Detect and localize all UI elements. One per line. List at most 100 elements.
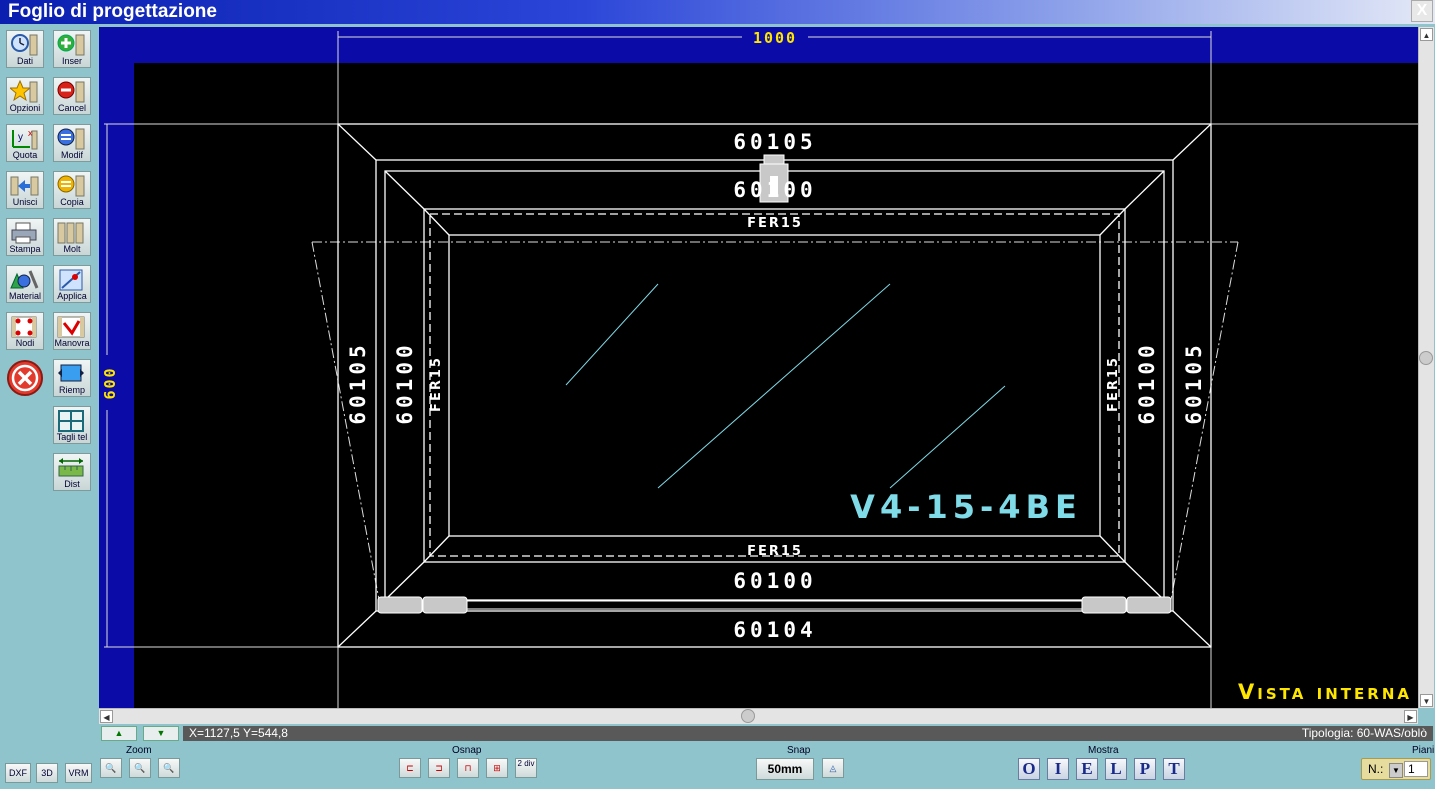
osnap-end-icon[interactable]: ⊏ xyxy=(399,758,421,778)
cancel-button[interactable]: Cancel xyxy=(53,77,91,115)
stampa-label: Stampa xyxy=(9,244,41,254)
mostra-o-button[interactable]: O xyxy=(1018,758,1040,780)
mostra-label: Mostra xyxy=(1088,745,1119,756)
mostra-i-button[interactable]: I xyxy=(1047,758,1069,780)
stampa-button[interactable]: Stampa xyxy=(6,218,44,256)
piani-value[interactable]: 1 xyxy=(1404,761,1428,777)
inser-button[interactable]: Inser xyxy=(53,30,91,68)
nav-up-arrow-icon[interactable]: ▲ xyxy=(101,726,137,741)
exit-button[interactable] xyxy=(6,359,44,397)
label-inner-bottom: 60100 xyxy=(733,569,816,593)
piani-prefix: N.: xyxy=(1368,762,1384,776)
dist-label: Dist xyxy=(64,479,80,489)
window-title: Foglio di progettazione xyxy=(8,1,217,22)
width-dimension: 1000 xyxy=(753,29,797,47)
scroll-right-icon[interactable]: ▶ xyxy=(1404,710,1417,723)
osnap-center-icon[interactable]: ⊓ xyxy=(457,758,479,778)
clock-icon xyxy=(11,34,38,56)
star-icon xyxy=(10,80,38,103)
3d-button[interactable]: 3D xyxy=(36,763,58,783)
label-right-inner: 60100 xyxy=(1135,341,1159,424)
vrm-button[interactable]: VRM xyxy=(65,763,92,783)
fer-right: FER15 xyxy=(1106,356,1121,412)
cancel-label: Cancel xyxy=(57,103,86,113)
material-button[interactable]: Material xyxy=(6,265,44,303)
printer-icon xyxy=(11,222,37,244)
title-bar: Foglio di progettazione X xyxy=(0,0,1435,24)
snap-value-button[interactable]: 50mm xyxy=(756,758,814,780)
dati-label: Dati xyxy=(16,56,33,66)
tagli-tel-label: Tagli tel xyxy=(56,432,88,442)
osnap-mid-icon[interactable]: ⊐ xyxy=(428,758,450,778)
dati-button[interactable]: Dati xyxy=(6,30,44,68)
mostra-t-button[interactable]: T xyxy=(1163,758,1185,780)
molt-label: Molt xyxy=(63,244,81,254)
nav-down-arrow-icon[interactable]: ▼ xyxy=(143,726,179,741)
nodi-label: Nodi xyxy=(15,338,35,348)
molt-button[interactable]: Molt xyxy=(53,218,91,256)
drawing-canvas[interactable]: 1000 600 60105 60100 60100 60104 60105 6… xyxy=(99,27,1418,708)
ruler-distance-icon xyxy=(58,458,84,477)
mostra-l-button[interactable]: L xyxy=(1105,758,1127,780)
fill-glass-icon xyxy=(58,364,84,382)
tipologia-label: Tipologia: 60-WAS/oblò xyxy=(1301,726,1427,740)
edit-icon xyxy=(57,128,85,150)
fer-top: FER15 xyxy=(747,216,803,231)
quota-button[interactable]: yx Quota xyxy=(6,124,44,162)
unisci-button[interactable]: Unisci xyxy=(6,171,44,209)
material-label: Material xyxy=(8,291,41,301)
copia-button[interactable]: Copia xyxy=(53,171,91,209)
multiply-frames-icon xyxy=(57,222,84,244)
scroll-left-icon[interactable]: ◀ xyxy=(100,710,113,723)
fer-left: FER15 xyxy=(429,356,444,412)
piani-selector[interactable]: N.: ▼ 1 xyxy=(1361,758,1431,780)
snap-label: Snap xyxy=(787,745,811,756)
scroll-down-icon[interactable]: ▼ xyxy=(1420,694,1433,707)
vertical-scroll-thumb[interactable] xyxy=(1419,351,1433,365)
applica-label: Applica xyxy=(57,291,87,301)
horizontal-scrollbar[interactable]: ◀ ▶ xyxy=(99,708,1418,724)
zoom-out-icon[interactable]: 🔍 xyxy=(100,758,122,778)
copia-label: Copia xyxy=(60,197,84,207)
fer-bottom: FER15 xyxy=(747,544,803,559)
handle-icon xyxy=(57,316,85,338)
riemp-button[interactable]: Riemp xyxy=(53,359,91,397)
label-right-outer: 60105 xyxy=(1182,341,1206,424)
zoom-in-icon[interactable]: 🔍 xyxy=(158,758,180,778)
zoom-label: Zoom xyxy=(126,745,152,756)
window-drawing: 1000 600 60105 60100 60100 60104 60105 6… xyxy=(101,29,1418,708)
scroll-up-icon[interactable]: ▲ xyxy=(1420,28,1433,41)
modif-button[interactable]: Modif xyxy=(53,124,91,162)
minus-icon xyxy=(57,81,85,103)
dxf-button[interactable]: DXF xyxy=(5,763,31,783)
view-label: Vista interna xyxy=(1238,680,1412,704)
status-bar: ▲ ▼ X=1127,5 Y=544,8 Tipologia: 60-WAS/o… xyxy=(99,724,1434,742)
height-dimension: 600 xyxy=(101,366,119,399)
dist-button[interactable]: Dist xyxy=(53,453,91,491)
frame-cut-icon xyxy=(58,410,84,432)
dropdown-arrow-icon[interactable]: ▼ xyxy=(1389,763,1403,778)
nodi-button[interactable]: Nodi xyxy=(6,312,44,350)
vertical-scrollbar[interactable]: ▲ ▼ xyxy=(1418,27,1434,708)
zoom-window-icon[interactable]: 🔍 xyxy=(129,758,151,778)
label-outer-top: 60105 xyxy=(733,130,816,154)
tagli-tel-button[interactable]: Tagli tel xyxy=(53,406,91,444)
mostra-e-button[interactable]: E xyxy=(1076,758,1098,780)
glass-code: V4-15-4BE xyxy=(850,488,1082,526)
mostra-p-button[interactable]: P xyxy=(1134,758,1156,780)
label-left-outer: 60105 xyxy=(346,341,370,424)
merge-arrow-icon xyxy=(10,176,39,196)
label-inner-top: 60100 xyxy=(733,178,816,202)
close-button[interactable]: X xyxy=(1411,0,1433,22)
osnap-div-button[interactable]: 2 div xyxy=(515,758,537,778)
piani-label: Piani xyxy=(1412,745,1435,756)
label-outer-bottom: 60104 xyxy=(733,618,816,642)
applica-button[interactable]: Applica xyxy=(53,265,91,303)
opzioni-button[interactable]: Opzioni xyxy=(6,77,44,115)
horizontal-scroll-thumb[interactable] xyxy=(741,709,755,723)
osnap-label: Osnap xyxy=(452,745,482,756)
snap-toggle-icon[interactable]: ◬ xyxy=(822,758,844,778)
manovra-button[interactable]: Manovra xyxy=(53,312,91,350)
axes-xy-icon: yx xyxy=(12,128,38,150)
osnap-intersection-icon[interactable]: ⊞ xyxy=(486,758,508,778)
